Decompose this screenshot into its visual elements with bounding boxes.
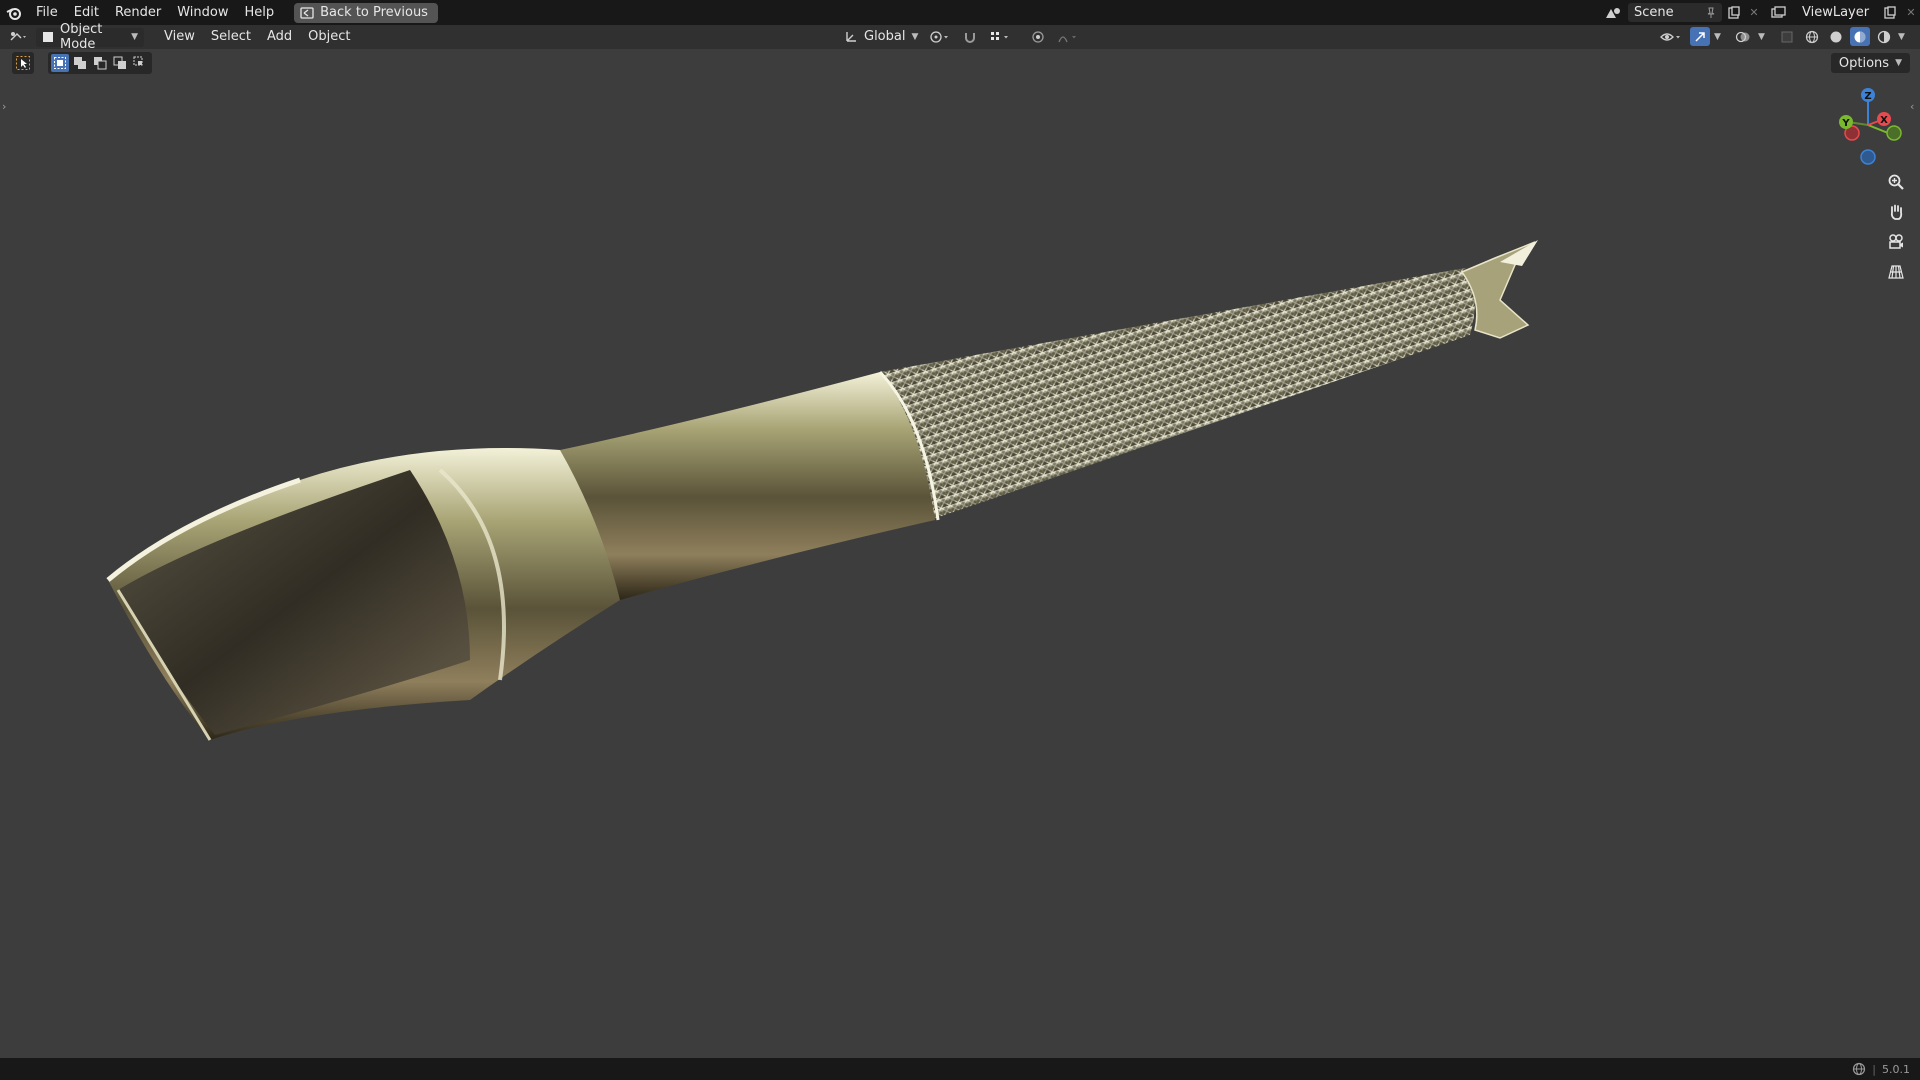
orientation-dropdown[interactable]: Global ▼ bbox=[838, 27, 920, 46]
scene-name-field[interactable]: Scene bbox=[1628, 3, 1722, 22]
subtract-selection-icon[interactable] bbox=[91, 54, 109, 72]
close-scene-icon[interactable]: ✕ bbox=[1746, 6, 1762, 19]
gizmo-x-label: X bbox=[1880, 115, 1888, 126]
viewport-3d-object[interactable] bbox=[0, 80, 1920, 1050]
version-number: 5.0.1 bbox=[1882, 1062, 1910, 1076]
select-tool-icon[interactable] bbox=[12, 52, 34, 74]
pivot-point-icon[interactable] bbox=[926, 30, 954, 44]
top-bar: File Edit Render Window Help Back to Pre… bbox=[0, 0, 1920, 25]
chevron-down-icon: ▼ bbox=[1895, 58, 1902, 68]
perspective-toggle-button[interactable] bbox=[1882, 258, 1910, 286]
material-preview-shading-icon[interactable] bbox=[1850, 27, 1870, 46]
blender-logo-icon[interactable] bbox=[0, 0, 28, 25]
gizmo-neg-y-icon[interactable] bbox=[1886, 125, 1902, 141]
gizmo-neg-z-icon[interactable] bbox=[1860, 149, 1876, 165]
menu-help[interactable]: Help bbox=[237, 0, 283, 25]
network-globe-icon[interactable] bbox=[1852, 1062, 1866, 1076]
status-bar: | 5.0.1 bbox=[0, 1058, 1920, 1080]
transform-tools: Global ▼ bbox=[838, 27, 1082, 46]
gizmo-y-label: Y bbox=[1841, 118, 1850, 129]
viewlayer-selector-icon[interactable] bbox=[1762, 5, 1796, 20]
pan-view-button[interactable] bbox=[1882, 198, 1910, 226]
editor-type-icon[interactable] bbox=[0, 30, 36, 44]
gizmo-toggle-icon[interactable] bbox=[1690, 27, 1710, 46]
header-menu-object[interactable]: Object bbox=[300, 25, 358, 49]
scene-viewlayer-cluster: Scene ✕ ViewLayer ✕ bbox=[1598, 0, 1920, 25]
viewport-shading-tools: ▼ ▼ ▼ bbox=[1656, 27, 1910, 46]
camera-icon bbox=[1887, 233, 1905, 251]
version-info: | 5.0.1 bbox=[1852, 1062, 1920, 1076]
chevron-down-icon: ▼ bbox=[131, 32, 138, 42]
status-divider: | bbox=[1872, 1062, 1876, 1076]
scene-selector-icon[interactable] bbox=[1598, 6, 1628, 20]
scene-name: Scene bbox=[1634, 5, 1674, 20]
navigation-gizmo[interactable]: Z X Y bbox=[1820, 85, 1920, 170]
xray-toggle-icon[interactable] bbox=[1776, 30, 1798, 44]
set-new-selection-icon[interactable] bbox=[51, 54, 69, 72]
invert-selection-icon[interactable] bbox=[111, 54, 129, 72]
orientation-axes-icon bbox=[844, 30, 858, 44]
proportional-editing-icon[interactable] bbox=[1028, 30, 1048, 44]
header-menu-add[interactable]: Add bbox=[259, 25, 300, 49]
overlays-icon[interactable] bbox=[1732, 27, 1754, 46]
tool-settings-row bbox=[0, 49, 152, 77]
falloff-curve-icon[interactable] bbox=[1054, 30, 1082, 44]
viewlayer-name-field[interactable]: ViewLayer bbox=[1796, 3, 1878, 22]
object-mode-dropdown[interactable]: Object Mode ▼ bbox=[36, 22, 144, 52]
rendered-shading-icon[interactable] bbox=[1874, 30, 1894, 44]
object-mode-icon bbox=[42, 31, 54, 43]
solid-shading-icon[interactable] bbox=[1826, 30, 1846, 44]
gizmo-z-label: Z bbox=[1864, 91, 1871, 102]
header-menu-select[interactable]: Select bbox=[203, 25, 259, 49]
object-mode-label: Object Mode bbox=[60, 22, 103, 52]
wireframe-shading-icon[interactable] bbox=[1802, 30, 1822, 44]
intersect-selection-icon[interactable] bbox=[131, 54, 149, 72]
snap-target-icon[interactable] bbox=[986, 30, 1014, 44]
back-to-previous-button[interactable]: Back to Previous bbox=[294, 2, 438, 23]
options-label: Options bbox=[1838, 55, 1890, 71]
selection-mode-group bbox=[48, 52, 152, 74]
back-to-previous-label: Back to Previous bbox=[320, 5, 428, 20]
extend-selection-icon[interactable] bbox=[71, 54, 89, 72]
zoom-magnifier-icon bbox=[1887, 173, 1905, 191]
viewport-header: Object Mode ▼ View Select Add Object Glo… bbox=[0, 22, 1920, 52]
shading-dropdown-icon[interactable]: ▼ bbox=[1898, 32, 1910, 42]
chevron-down-icon: ▼ bbox=[911, 31, 919, 42]
screen-back-icon bbox=[300, 6, 314, 19]
visibility-eye-icon[interactable] bbox=[1656, 30, 1686, 44]
header-menu-view[interactable]: View bbox=[156, 25, 203, 49]
options-dropdown[interactable]: Options ▼ bbox=[1830, 53, 1910, 73]
new-viewlayer-icon[interactable] bbox=[1878, 5, 1902, 20]
viewlayer-name: ViewLayer bbox=[1802, 5, 1870, 20]
zoom-view-button[interactable] bbox=[1882, 168, 1910, 196]
camera-view-button[interactable] bbox=[1882, 228, 1910, 256]
pin-icon[interactable] bbox=[1706, 7, 1716, 19]
close-viewlayer-icon[interactable]: ✕ bbox=[1902, 6, 1920, 19]
overlays-dropdown-icon[interactable]: ▼ bbox=[1758, 32, 1772, 42]
orientation-label: Global bbox=[864, 29, 906, 44]
snap-magnet-icon[interactable] bbox=[960, 30, 980, 44]
gizmo-dropdown-icon[interactable]: ▼ bbox=[1714, 32, 1728, 42]
new-scene-icon[interactable] bbox=[1722, 5, 1746, 20]
menu-window[interactable]: Window bbox=[169, 0, 236, 25]
grid-perspective-icon bbox=[1887, 263, 1905, 281]
hand-pan-icon bbox=[1887, 203, 1905, 221]
